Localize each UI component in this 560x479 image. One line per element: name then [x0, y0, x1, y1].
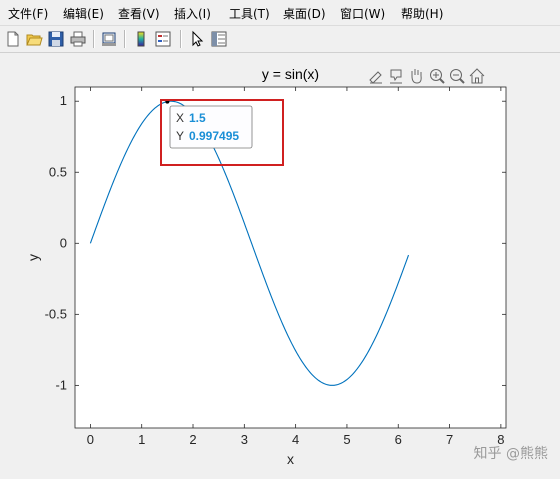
link-plot-icon[interactable]	[100, 30, 118, 48]
x-tick-label: 0	[87, 432, 94, 447]
toolbar-separator	[180, 30, 182, 48]
x-tick-label: 7	[446, 432, 453, 447]
figure-canvas: y = sin(x) 0 1 2 3 4 5 6 7 8 -1 -0.5 0 0.5 1 x y X 1.5 Y 0.9…	[0, 53, 560, 475]
plot-area[interactable]	[74, 86, 507, 429]
property-inspector-icon[interactable]	[210, 30, 228, 48]
menu-help[interactable]: 帮助(H)	[401, 5, 443, 22]
x-tick-label: 3	[241, 432, 248, 447]
menu-tools[interactable]: 工具(T)	[229, 5, 270, 22]
datatip-x-label: X	[176, 111, 184, 125]
chart: y = sin(x)0 1 2 3 4 5 6 7 8-1-0.500.51xyX 1.5Y 0.9…	[0, 53, 560, 475]
y-tick-label: -0.5	[45, 306, 67, 321]
menu-file[interactable]: 文件(F)	[8, 5, 48, 22]
datatip-y-value: 0.997495	[189, 129, 239, 143]
new-figure-icon[interactable]	[4, 30, 22, 48]
menu-desktop[interactable]: 桌面(D)	[283, 5, 326, 22]
x-axis-label: x	[287, 451, 294, 467]
save-icon[interactable]	[47, 30, 65, 48]
x-tick-label: 4	[292, 432, 299, 447]
toolbar-separator	[93, 30, 95, 48]
chart-title: y = sin(x)	[262, 66, 319, 82]
menu-window[interactable]: 窗口(W)	[340, 5, 385, 22]
menu-bar: 文件(F) 编辑(E) 查看(V) 插入(I) 工具(T) 桌面(D) 窗口(W…	[0, 0, 560, 26]
figure-toolbar	[0, 26, 560, 53]
colorbar-icon[interactable]	[132, 30, 150, 48]
y-axis-label: y	[25, 254, 41, 261]
menu-edit[interactable]: 编辑(E)	[63, 5, 104, 22]
x-tick-label: 5	[343, 432, 350, 447]
x-tick-label: 6	[395, 432, 402, 447]
toolbar-separator	[124, 30, 126, 48]
open-file-icon[interactable]	[25, 30, 43, 48]
datatip-y-label: Y	[176, 129, 184, 143]
y-tick-label: 0.5	[49, 164, 67, 179]
pointer-icon[interactable]	[188, 30, 206, 48]
datatip-x-value: 1.5	[189, 111, 206, 125]
y-tick-label: -1	[55, 377, 67, 392]
y-tick-label: 1	[60, 93, 67, 108]
y-tick-label: 0	[60, 235, 67, 250]
x-tick-label: 1	[138, 432, 145, 447]
menu-insert[interactable]: 插入(I)	[174, 5, 211, 22]
print-icon[interactable]	[69, 30, 87, 48]
watermark: 知乎 @熊熊	[473, 446, 548, 462]
menu-view[interactable]: 查看(V)	[118, 5, 160, 22]
x-tick-label: 2	[189, 432, 196, 447]
legend-icon[interactable]	[154, 30, 172, 48]
